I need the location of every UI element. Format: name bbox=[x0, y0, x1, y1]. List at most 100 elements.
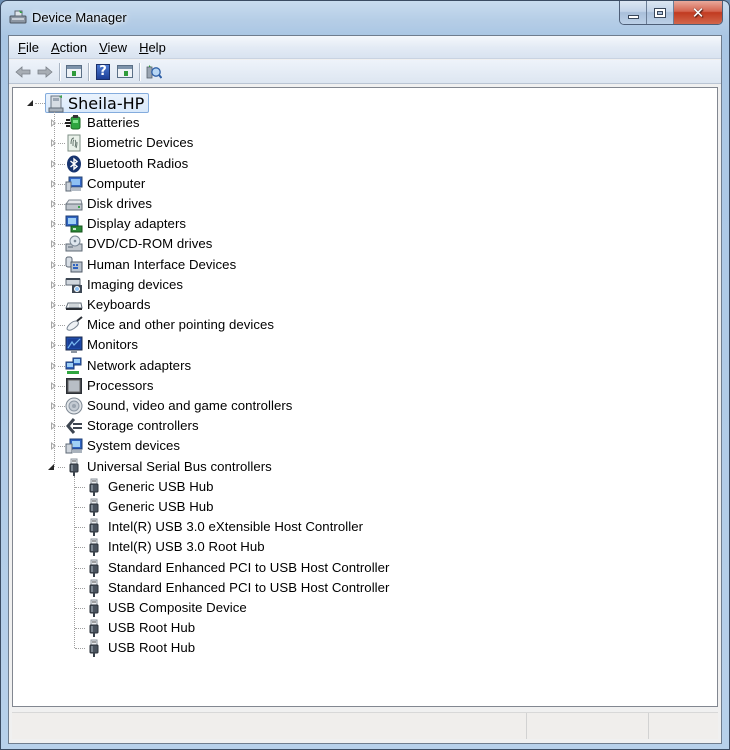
chevron-collapsed-icon bbox=[51, 422, 56, 431]
tree-device-item[interactable]: Generic USB Hub bbox=[13, 497, 433, 517]
tree-device-item[interactable]: Intel(R) USB 3.0 Root Hub bbox=[13, 537, 433, 557]
menu-file[interactable]: File bbox=[12, 36, 45, 59]
status-pane-main bbox=[12, 713, 527, 739]
tree-item-label: DVD/CD-ROM drives bbox=[87, 236, 213, 252]
tree-category-imaging-devices[interactable]: Imaging devices bbox=[13, 275, 413, 295]
tree-connector bbox=[58, 426, 65, 428]
show-action-pane-button[interactable] bbox=[115, 62, 135, 82]
minimize-button[interactable] bbox=[620, 1, 647, 24]
tree-item-label: System devices bbox=[87, 438, 181, 454]
tree-root-label: Sheila-HP bbox=[68, 93, 145, 113]
monitor-icon bbox=[65, 336, 83, 354]
tree-category-human-interface-devices[interactable]: Human Interface Devices bbox=[13, 255, 413, 275]
tree-device-item[interactable]: Standard Enhanced PCI to USB Host Contro… bbox=[13, 578, 433, 598]
title-bar[interactable]: Device Manager ✕ bbox=[1, 1, 729, 35]
tree-item-label: Batteries bbox=[87, 115, 140, 131]
tree-item-label: Human Interface Devices bbox=[87, 256, 237, 272]
chevron-collapsed-icon bbox=[51, 442, 56, 451]
tree-category-dvd-cd-rom-drives[interactable]: DVD/CD-ROM drives bbox=[13, 234, 413, 254]
system-devices-icon bbox=[65, 437, 83, 455]
menu-label: elp bbox=[148, 39, 166, 55]
forward-button[interactable] bbox=[35, 62, 55, 82]
usb-plug-icon bbox=[85, 579, 103, 597]
tree-connector bbox=[35, 103, 45, 104]
tree-category-bluetooth-radios[interactable]: Bluetooth Radios bbox=[13, 154, 413, 174]
menu-accelerator: A bbox=[50, 39, 60, 55]
menu-help[interactable]: Help bbox=[133, 36, 172, 59]
window-title: Device Manager bbox=[32, 10, 127, 25]
tree-category-display-adapters[interactable]: Display adapters bbox=[13, 214, 413, 234]
help-button[interactable]: ? bbox=[93, 62, 113, 82]
tree-device-item[interactable]: Intel(R) USB 3.0 eXtensible Host Control… bbox=[13, 517, 433, 537]
menu-action[interactable]: Action bbox=[45, 36, 93, 59]
tree-category-system-devices[interactable]: System devices bbox=[13, 436, 413, 456]
tree-device-item[interactable]: USB Composite Device bbox=[13, 598, 433, 618]
tree-connector bbox=[58, 123, 65, 125]
tree-category-mice-and-other-pointing-devices[interactable]: Mice and other pointing devices bbox=[13, 315, 413, 335]
tree-item-label: Computer bbox=[87, 175, 146, 191]
menu-label: ile bbox=[25, 39, 39, 55]
tree-category-batteries[interactable]: Batteries bbox=[13, 113, 413, 133]
selected-node-highlight[interactable]: Sheila-HP bbox=[45, 93, 150, 113]
storage-controller-icon bbox=[65, 417, 83, 435]
tree-device-item[interactable]: USB Root Hub bbox=[13, 618, 433, 638]
device-tree[interactable]: Sheila-HP Batteries Biometric Devices Bluet… bbox=[12, 87, 718, 707]
tree-connector bbox=[58, 345, 65, 347]
scan-hardware-button[interactable] bbox=[144, 62, 164, 82]
network-adapter-icon bbox=[65, 357, 83, 375]
toolbar: ? bbox=[9, 60, 721, 84]
usb-plug-icon bbox=[85, 599, 103, 617]
tree-device-item[interactable]: USB Root Hub bbox=[13, 638, 433, 658]
tree-device-item[interactable]: Generic USB Hub bbox=[13, 477, 433, 497]
tree-item-label: Intel(R) USB 3.0 Root Hub bbox=[108, 539, 265, 555]
chevron-collapsed-icon bbox=[51, 361, 56, 370]
tree-category-storage-controllers[interactable]: Storage controllers bbox=[13, 416, 413, 436]
tree-category-monitors[interactable]: Monitors bbox=[13, 335, 413, 355]
toolbar-separator bbox=[139, 62, 140, 81]
tree-connector bbox=[58, 204, 65, 205]
tree-connector bbox=[75, 547, 85, 549]
usb-plug-icon bbox=[85, 639, 103, 658]
display-adapter-icon bbox=[65, 215, 83, 233]
tree-item-label: Universal Serial Bus controllers bbox=[87, 458, 272, 474]
tree-connector bbox=[58, 183, 65, 185]
processor-icon bbox=[65, 377, 83, 395]
status-pane-2 bbox=[527, 713, 649, 739]
expand-collapse-toggle[interactable] bbox=[27, 100, 36, 109]
tree-category-universal-serial-bus-controllers[interactable]: Universal Serial Bus controllers bbox=[13, 457, 413, 477]
tree-connector bbox=[75, 608, 85, 609]
menu-bar: File Action View Help bbox=[9, 36, 721, 59]
camera-scanner-icon bbox=[65, 276, 83, 294]
tree-connector bbox=[58, 305, 65, 306]
menu-view[interactable]: View bbox=[93, 36, 133, 59]
toolbar-separator bbox=[88, 62, 89, 81]
back-button[interactable] bbox=[13, 62, 33, 82]
tree-category-biometric-devices[interactable]: Biometric Devices bbox=[13, 133, 413, 153]
tree-connector bbox=[58, 163, 65, 165]
tree-item-label: Display adapters bbox=[87, 216, 187, 232]
tree-item-label: Bluetooth Radios bbox=[87, 155, 189, 171]
tree-category-disk-drives[interactable]: Disk drives bbox=[13, 194, 413, 214]
tree-category-computer[interactable]: Computer bbox=[13, 174, 413, 194]
expand-collapse-toggle[interactable] bbox=[48, 463, 57, 473]
chevron-collapsed-icon bbox=[51, 179, 56, 188]
tree-connector bbox=[58, 406, 65, 407]
maximize-button[interactable] bbox=[647, 1, 674, 24]
chevron-collapsed-icon bbox=[51, 220, 56, 229]
tree-item-label: Standard Enhanced PCI to USB Host Contro… bbox=[108, 559, 390, 575]
close-icon: ✕ bbox=[691, 3, 705, 22]
show-hide-console-tree-button[interactable] bbox=[64, 62, 84, 82]
tree-category-keyboards[interactable]: Keyboards bbox=[13, 295, 413, 315]
tree-item-label: Intel(R) USB 3.0 eXtensible Host Control… bbox=[108, 519, 364, 535]
tree-item-label: Storage controllers bbox=[87, 418, 199, 434]
tree-category-network-adapters[interactable]: Network adapters bbox=[13, 356, 413, 376]
close-button[interactable]: ✕ bbox=[674, 1, 722, 24]
disk-drive-icon bbox=[65, 195, 83, 213]
tree-item-label: Processors bbox=[87, 377, 154, 393]
tree-device-item[interactable]: Standard Enhanced PCI to USB Host Contro… bbox=[13, 558, 433, 578]
menu-accelerator: V bbox=[99, 39, 108, 55]
tree-category-sound-video-and-game-controllers[interactable]: Sound, video and game controllers bbox=[13, 396, 413, 416]
status-pane-3 bbox=[649, 713, 718, 739]
tree-category-processors[interactable]: Processors bbox=[13, 376, 413, 396]
computer-icon bbox=[48, 95, 66, 113]
